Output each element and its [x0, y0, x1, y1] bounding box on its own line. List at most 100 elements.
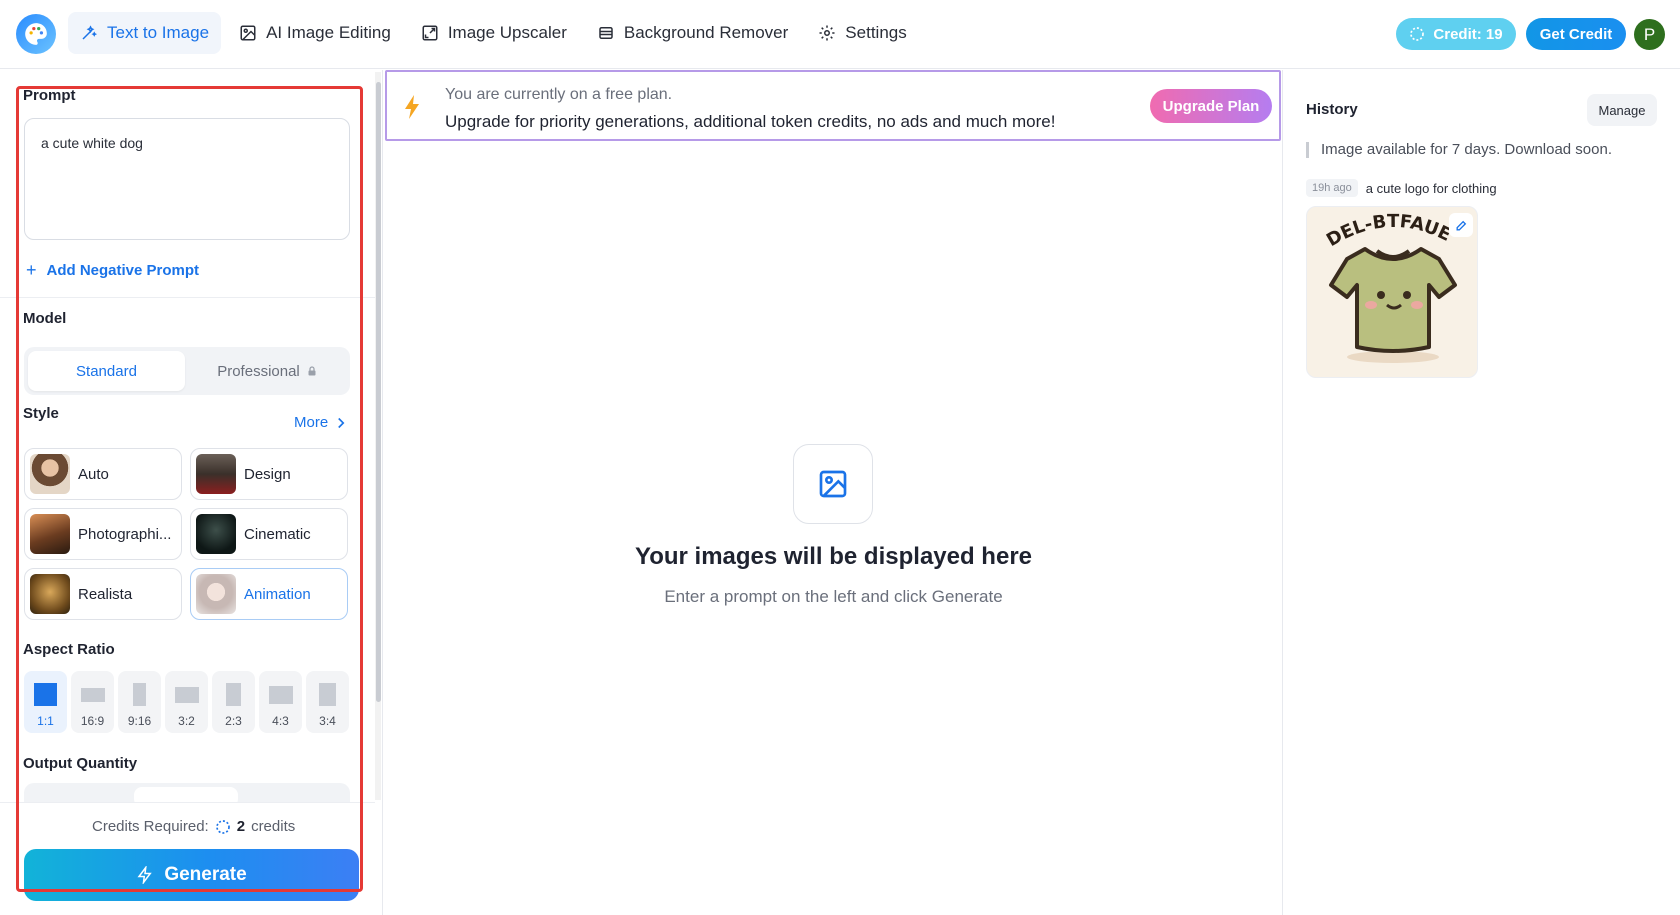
edit-icon [1455, 220, 1466, 231]
credits-required-value: 2 [236, 818, 246, 835]
quantity-selected-option[interactable] [134, 787, 238, 803]
style-label: Cinematic [244, 525, 311, 543]
generate-button[interactable]: Generate [24, 849, 359, 901]
model-professional-label: Professional [217, 362, 300, 380]
model-professional-button[interactable]: Professional [189, 351, 346, 391]
style-label: Animation [244, 585, 311, 603]
aspect-shape [174, 687, 199, 703]
negative-prompt-label: Add Negative Prompt [46, 262, 200, 279]
user-avatar[interactable]: P [1634, 19, 1665, 50]
style-label: Design [244, 465, 291, 483]
banner-line-2: Upgrade for priority generations, additi… [445, 112, 1056, 131]
main-nav: Text to Image AI Image Editing Image Ups… [68, 12, 919, 54]
nav-background-remover[interactable]: Background Remover [585, 12, 800, 54]
style-thumbnail [196, 574, 236, 614]
style-card-auto[interactable]: Auto [24, 448, 182, 500]
prompt-input[interactable]: a cute white dog [24, 118, 350, 240]
style-thumbnail [196, 514, 236, 554]
credit-balance-pill[interactable]: Credit: 19 [1396, 18, 1516, 50]
style-thumbnail [30, 454, 70, 494]
upgrade-plan-button[interactable]: Upgrade Plan [1150, 89, 1272, 123]
history-prompt-text: a cute logo for clothing [1365, 180, 1497, 196]
style-label: Auto [78, 465, 109, 483]
lock-icon [308, 366, 316, 376]
credits-required: Credits Required: 2 credits [92, 818, 295, 835]
aspect-label: 1:1 [37, 714, 54, 728]
generate-label: Generate [164, 864, 247, 885]
banner-line-1: You are currently on a free plan. [445, 86, 673, 103]
eraser-icon [599, 27, 613, 39]
empty-state-title: Your images will be displayed here [634, 543, 1033, 570]
style-more-link[interactable]: More [294, 414, 346, 431]
output-quantity-label: Output Quantity [23, 755, 138, 772]
nav-image-upscaler[interactable]: Image Upscaler [409, 12, 579, 54]
lightning-icon [137, 866, 153, 884]
aspect-16-9[interactable]: 16:9 [71, 671, 114, 733]
upgrade-banner: You are currently on a free plan. Upgrad… [385, 70, 1281, 141]
history-time-badge: 19h ago [1306, 179, 1358, 197]
gear-icon [819, 25, 835, 41]
aspect-2-3[interactable]: 2:3 [212, 671, 255, 733]
style-card-cinematic[interactable]: Cinematic [190, 508, 348, 560]
chevron-right-icon [338, 417, 345, 428]
history-notice: Image available for 7 days. Download soo… [1306, 142, 1612, 158]
style-card-photographic[interactable]: Photographi... [24, 508, 182, 560]
credits-required-label: Credits Required: [92, 818, 209, 835]
nav-label: Image Upscaler [447, 23, 567, 42]
aspect-3-4[interactable]: 3:4 [306, 671, 349, 733]
magic-wand-icon [82, 25, 98, 40]
plus-icon: + [26, 260, 37, 280]
history-title: History [1306, 101, 1358, 118]
nav-settings[interactable]: Settings [806, 12, 918, 54]
credit-label: Credit: 19 [1433, 25, 1503, 43]
aspect-label: 9:16 [127, 714, 152, 728]
divider [0, 297, 375, 298]
style-card-realista[interactable]: Realista [24, 568, 182, 620]
image-placeholder-icon [793, 444, 873, 524]
model-toggle: Standard Professional [24, 347, 350, 395]
model-label: Model [23, 310, 67, 327]
aspect-label: 3:4 [319, 714, 336, 728]
history-image-thumbnail[interactable]: DEL-BTFAUE [1306, 206, 1478, 378]
nav-text-to-image[interactable]: Text to Image [68, 12, 222, 54]
image-edit-icon [240, 25, 256, 41]
edit-history-image-button[interactable] [1449, 213, 1473, 237]
style-label: Realista [78, 585, 133, 603]
aspect-label: 2:3 [225, 714, 242, 728]
add-negative-prompt-button[interactable]: + Add Negative Prompt [26, 260, 199, 281]
expand-icon [422, 25, 438, 41]
get-credit-button[interactable]: Get Credit [1526, 18, 1626, 50]
prompt-label: Prompt [23, 87, 76, 104]
aspect-3-2[interactable]: 3:2 [165, 671, 208, 733]
aspect-shape [268, 686, 293, 704]
empty-state-subtitle: Enter a prompt on the left and click Gen… [664, 587, 1003, 606]
style-thumbnail [30, 574, 70, 614]
aspect-shape [80, 688, 105, 702]
nav-ai-image-editing[interactable]: AI Image Editing [227, 12, 403, 54]
aspect-shape [226, 683, 241, 706]
history-item-meta: 19h ago a cute logo for clothing [1306, 179, 1497, 197]
style-thumbnail [196, 454, 236, 494]
left-scrollbar-thumb[interactable] [376, 82, 381, 702]
credit-coin-icon [1410, 27, 1425, 41]
nav-label: Settings [845, 23, 907, 42]
aspect-label: 16:9 [80, 714, 105, 728]
style-thumbnail [30, 514, 70, 554]
palette-logo-icon[interactable] [16, 14, 56, 54]
aspect-1-1[interactable]: 1:1 [24, 671, 67, 733]
lightning-icon [405, 95, 419, 119]
aspect-label: 4:3 [272, 714, 289, 728]
aspect-shape [319, 683, 336, 706]
style-card-animation[interactable]: Animation [190, 568, 348, 620]
top-bar: Text to Image AI Image Editing Image Ups… [0, 0, 1680, 69]
aspect-label: 3:2 [178, 714, 195, 728]
style-card-design[interactable]: Design [190, 448, 348, 500]
aspect-9-16[interactable]: 9:16 [118, 671, 161, 733]
manage-button[interactable]: Manage [1587, 94, 1657, 126]
output-quantity-selector[interactable] [24, 783, 350, 803]
model-standard-button[interactable]: Standard [28, 351, 185, 391]
aspect-4-3[interactable]: 4:3 [259, 671, 302, 733]
style-label: Photographi... [78, 525, 172, 543]
more-label: More [294, 414, 329, 431]
aspect-ratio-label: Aspect Ratio [23, 641, 115, 658]
